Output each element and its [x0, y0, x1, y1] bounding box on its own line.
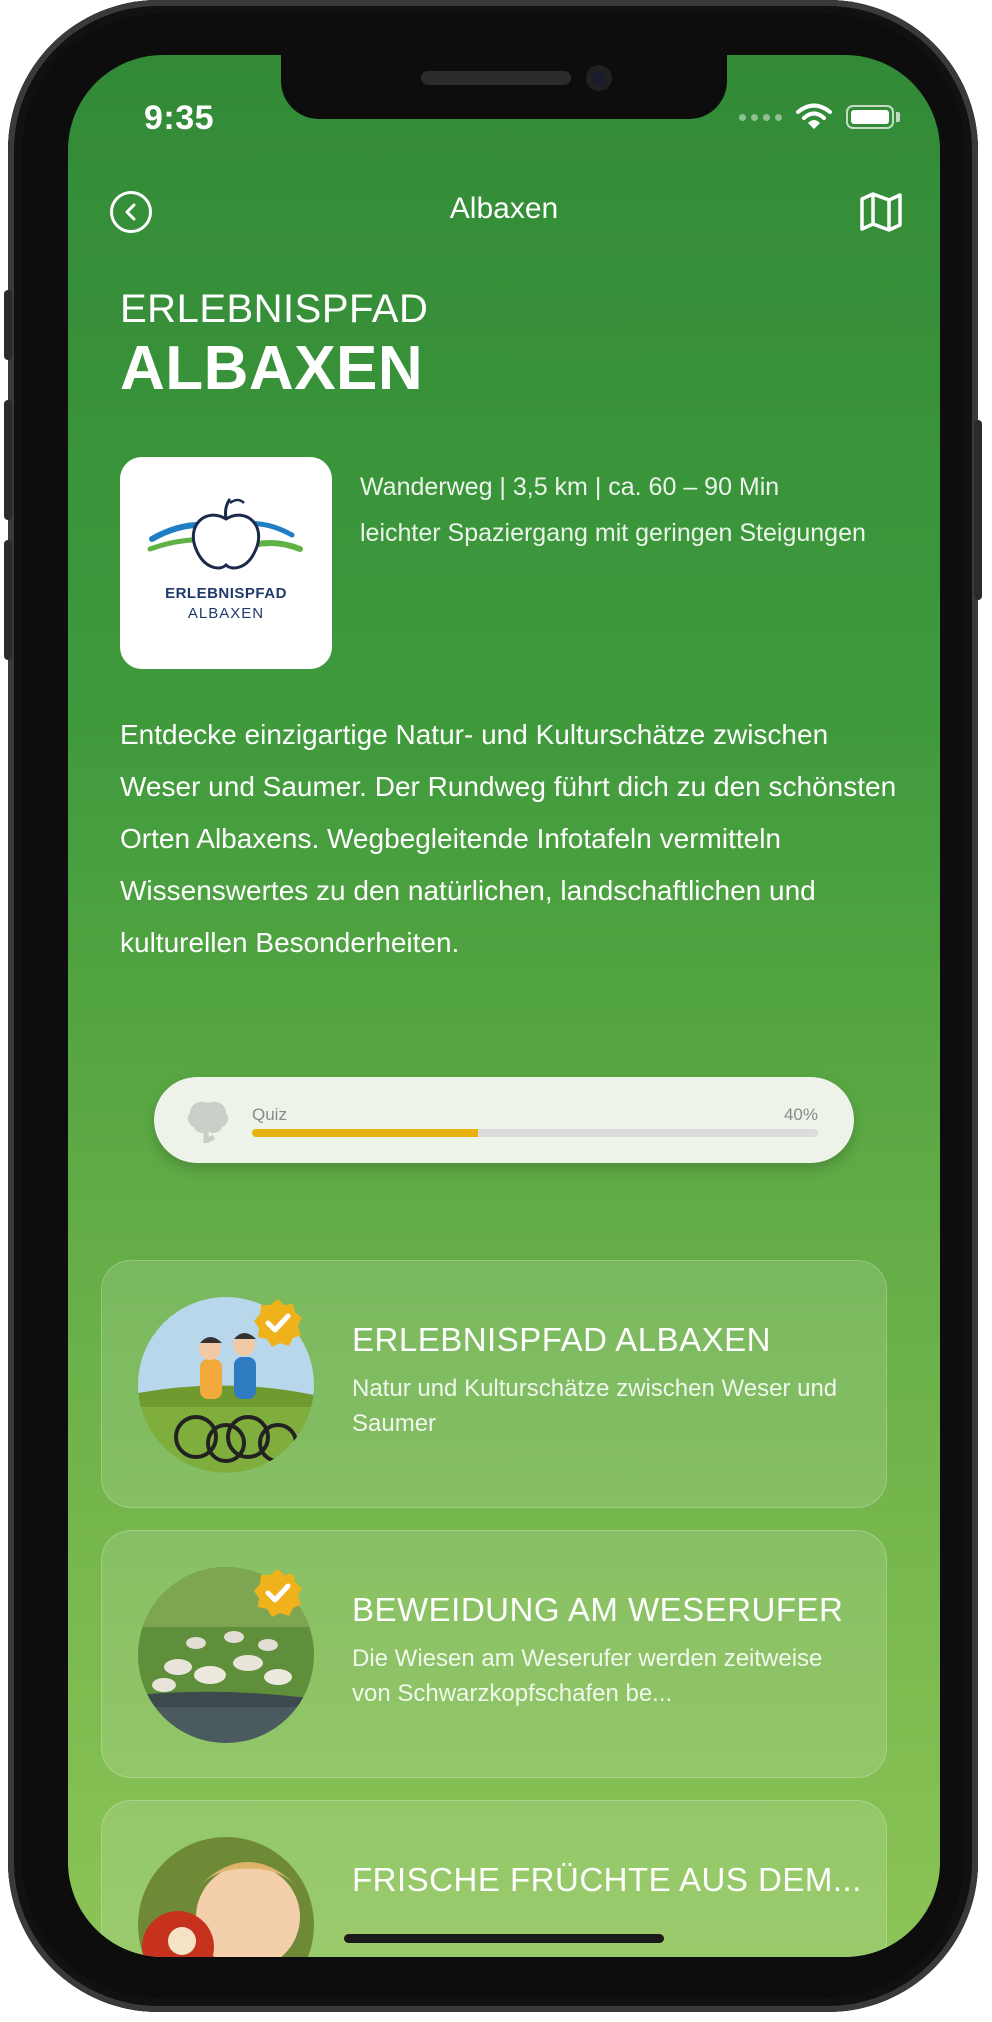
station-subtitle: Natur und Kulturschätze zwischen Weser u…	[352, 1375, 838, 1437]
page-eyebrow: ERLEBNISPFAD	[120, 287, 429, 331]
completed-check-icon	[254, 1299, 302, 1347]
quiz-progress-card[interactable]: Quiz 40%	[154, 1077, 854, 1163]
logo-wordmark-line1: ERLEBNISPFAD	[165, 585, 287, 602]
apple-logo-icon	[147, 498, 303, 570]
power-button	[974, 420, 982, 600]
status-icons	[739, 103, 900, 131]
phone-frame: 9:35 Albaxen ERLEBNISPFAD ALBAXEN ERLEBN…	[4, 0, 982, 2012]
quiz-label: Quiz	[252, 1105, 287, 1124]
home-indicator[interactable]	[344, 1934, 664, 1943]
quiz-progress-bar	[252, 1129, 818, 1137]
status-time: 9:35	[144, 99, 215, 137]
nav-title: Albaxen	[449, 192, 559, 225]
volume-down-button	[4, 540, 12, 660]
battery-tip	[896, 112, 900, 122]
page-title: ALBAXEN	[120, 334, 424, 403]
trail-description: Entdecke einzigartige Natur- und Kulturs…	[120, 719, 897, 958]
cellular-signal-icon	[739, 113, 782, 121]
map-icon[interactable]	[858, 189, 904, 235]
speaker-grille	[421, 71, 571, 85]
child-apple-photo	[138, 1837, 314, 1957]
wifi-icon	[796, 103, 832, 129]
battery-icon	[846, 105, 894, 129]
station-title: FRISCHE FRÜCHTE AUS DEM...	[352, 1861, 862, 1898]
app-screen: 9:35 Albaxen ERLEBNISPFAD ALBAXEN ERLEBN…	[68, 55, 940, 1957]
camera-notch	[281, 55, 727, 119]
logo-wordmark-line2: ALBAXEN	[187, 605, 265, 622]
quiz-progress-fill	[252, 1129, 479, 1137]
station-subtitle: Die Wiesen am Weserufer werden zeitweise…	[352, 1645, 823, 1707]
trail-difficulty: leichter Spaziergang mit geringen Steigu…	[360, 519, 866, 547]
station-card[interactable]: ERLEBNISPFAD ALBAXEN Natur und Kultursch…	[101, 1260, 887, 1508]
station-card[interactable]: BEWEIDUNG AM WESERUFER Die Wiesen am Wes…	[101, 1530, 887, 1778]
completed-check-icon	[254, 1569, 302, 1617]
brain-icon	[187, 1101, 229, 1143]
station-title: ERLEBNISPFAD ALBAXEN	[352, 1321, 772, 1358]
front-camera	[586, 65, 612, 91]
mute-switch	[4, 290, 12, 360]
trail-details: Wanderweg | 3,5 km | ca. 60 – 90 Min	[360, 473, 780, 501]
trail-logo: ERLEBNISPFAD ALBAXEN	[120, 457, 332, 669]
quiz-percent: 40%	[783, 1105, 818, 1124]
volume-up-button	[4, 400, 12, 520]
station-title: BEWEIDUNG AM WESERUFER	[352, 1591, 844, 1628]
